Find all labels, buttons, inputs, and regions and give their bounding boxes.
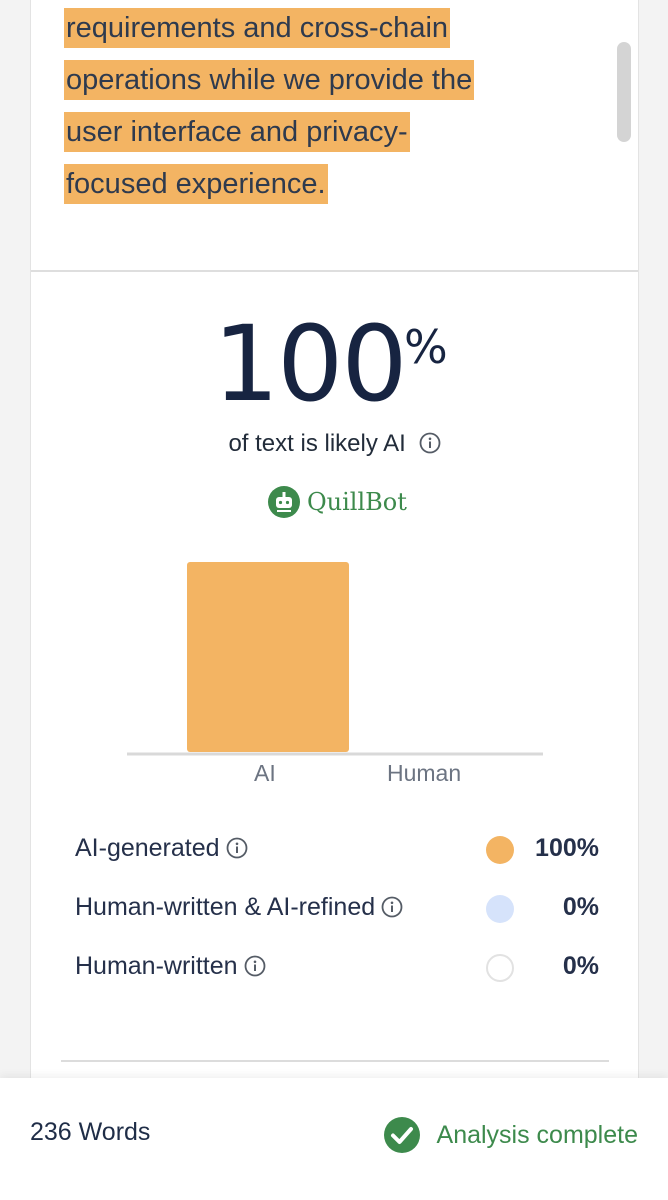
section-divider xyxy=(61,1060,609,1062)
quillbot-logo-icon xyxy=(268,486,300,518)
info-icon[interactable] xyxy=(226,837,248,859)
legend-label: AI-generated xyxy=(75,834,248,863)
status-footer: 236 Words Analysis complete xyxy=(0,1078,668,1200)
legend-label-text: Human-written & AI-refined xyxy=(75,893,376,921)
analysis-status: Analysis complete xyxy=(383,1116,638,1154)
legend-row-human-written: Human-written 0% xyxy=(75,948,605,988)
score-value: 100 xyxy=(213,303,408,425)
quillbot-brand: QuillBot xyxy=(267,484,407,520)
highlighted-text-line: user interface and privacy- xyxy=(64,112,410,152)
legend-label-text: AI-generated xyxy=(75,834,220,862)
highlighted-text-line: focused experience. xyxy=(64,164,328,204)
highlighted-text-line: operations while we provide the xyxy=(64,60,475,100)
results-card: requirements and cross-chain operations … xyxy=(30,0,639,1200)
info-icon[interactable] xyxy=(381,896,403,918)
legend-value: 100% xyxy=(535,834,599,862)
legend-color-dot xyxy=(486,954,514,982)
score-caption-text: of text is likely AI xyxy=(228,430,406,457)
text-scrollbar[interactable] xyxy=(617,42,631,142)
highlighted-text-line: requirements and cross-chain xyxy=(64,8,451,48)
score-percent-sign: % xyxy=(404,320,448,374)
legend-row-human-ai-refined: Human-written & AI-refined 0% xyxy=(75,889,605,929)
word-count: 236 Words xyxy=(30,1118,151,1146)
legend-label: Human-written xyxy=(75,952,266,981)
ai-detector-page: requirements and cross-chain operations … xyxy=(0,0,668,1200)
legend-label: Human-written & AI-refined xyxy=(75,893,403,922)
chart-plot xyxy=(127,562,543,756)
brand-name: QuillBot xyxy=(307,488,407,516)
legend-value: 0% xyxy=(562,893,599,921)
bar-ai xyxy=(187,562,349,752)
legend-label-text: Human-written xyxy=(75,952,238,980)
info-icon[interactable] xyxy=(244,955,266,977)
check-circle-icon xyxy=(383,1117,420,1153)
x-tick-label-human: Human xyxy=(387,760,462,786)
info-icon[interactable] xyxy=(419,432,441,454)
x-tick-label-ai: AI xyxy=(254,760,276,786)
ai-human-bar-chart: AI Human xyxy=(127,550,543,800)
legend-value: 0% xyxy=(562,952,599,980)
status-label: Analysis complete xyxy=(436,1120,638,1149)
analyzed-text-panel[interactable]: requirements and cross-chain operations … xyxy=(31,0,638,272)
score-caption: of text is likely AI xyxy=(31,430,638,458)
legend-color-dot xyxy=(486,895,514,923)
legend-row-ai-generated: AI-generated 100% xyxy=(75,830,605,870)
legend-color-dot xyxy=(486,836,514,864)
